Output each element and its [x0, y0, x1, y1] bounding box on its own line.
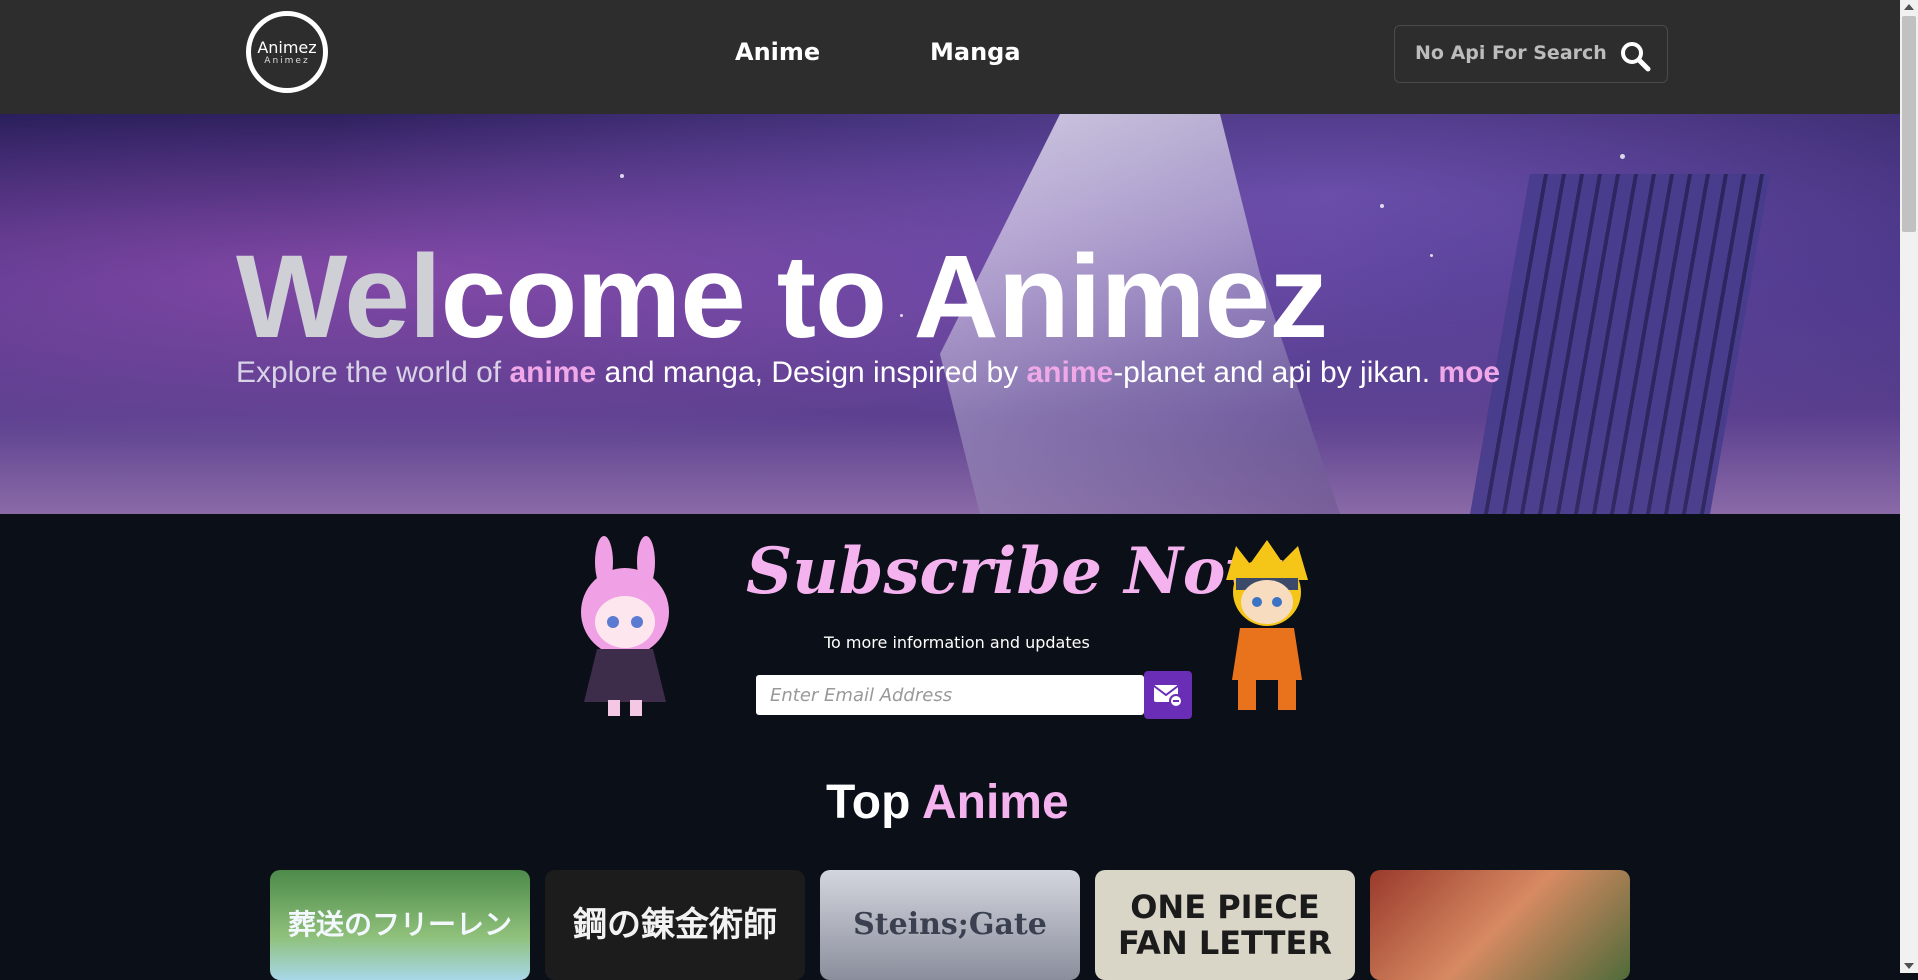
chibi-naruto-image [1226, 540, 1308, 710]
anime-card[interactable]: 葬送のフリーレン [270, 870, 530, 980]
search-input[interactable]: No Api For Search [1394, 25, 1668, 83]
site-logo[interactable]: Animez Animez [246, 11, 328, 93]
logo-subtext: Animez [264, 55, 310, 66]
search-placeholder: No Api For Search [1415, 42, 1607, 64]
hero-title: Welcome to Animez [236, 231, 1328, 363]
page-scrollbar[interactable] [1900, 0, 1918, 973]
logo-text: Animez [257, 37, 317, 57]
site-header: Animez Animez Anime Manga No Api For Sea… [0, 0, 1900, 114]
chibi-bunny-girl-image [581, 536, 669, 716]
hero-banner: Welcome to Animez Explore the world of a… [0, 114, 1900, 514]
star-dot [1620, 154, 1625, 159]
email-field[interactable] [756, 675, 1144, 715]
subscribe-title: Subscribe Now [746, 534, 1281, 609]
scroll-up-arrow-icon[interactable] [1904, 4, 1914, 10]
star-dot [620, 174, 624, 178]
hero-subtitle: Explore the world of anime and manga, De… [236, 356, 1501, 389]
subscribe-description: To more information and updates [824, 633, 1090, 652]
nav-manga-link[interactable]: Manga [930, 37, 1021, 67]
anime-card[interactable] [1370, 870, 1630, 980]
top-anime-heading: Top Anime [826, 776, 1069, 829]
anime-card[interactable]: ONE PIECE FAN LETTER [1095, 870, 1355, 980]
scrollbar-thumb[interactable] [1902, 16, 1916, 232]
scroll-down-arrow-icon[interactable] [1904, 963, 1914, 969]
nav-anime-link[interactable]: Anime [735, 37, 820, 67]
subscribe-button[interactable] [1144, 671, 1192, 719]
star-dot [1430, 254, 1433, 257]
star-dot [1380, 204, 1384, 208]
mail-icon [1153, 685, 1183, 708]
hero-background-art [1470, 174, 1770, 514]
anime-card[interactable]: Steins;Gate [820, 870, 1080, 980]
anime-card[interactable]: 鋼の錬金術師 [545, 870, 805, 980]
search-icon[interactable] [1619, 40, 1651, 72]
